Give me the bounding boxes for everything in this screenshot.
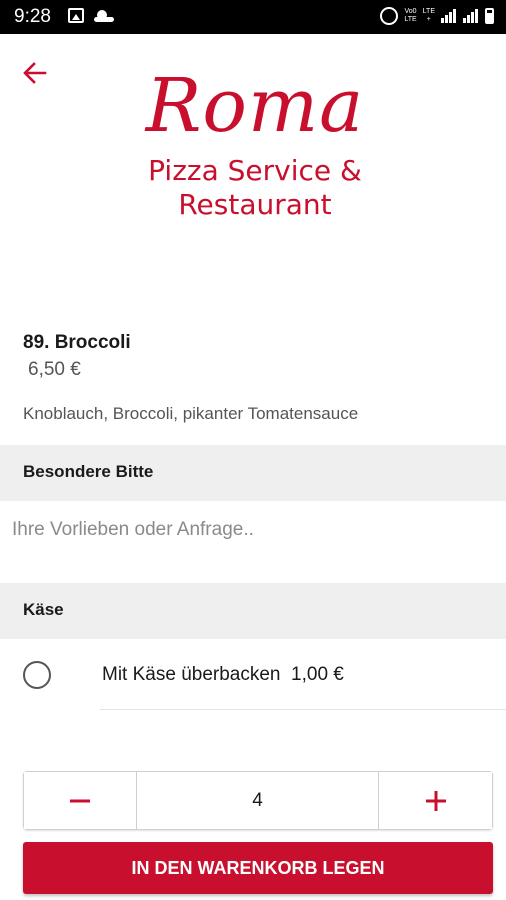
cheese-option-label: Mit Käse überbacken 1,00 € [102, 664, 344, 685]
lte-label: LTE + [422, 8, 435, 23]
cheese-option-row[interactable]: Mit Käse überbacken 1,00 € [0, 640, 506, 710]
weather-icon [94, 8, 114, 22]
cheese-option-radio[interactable] [23, 661, 51, 689]
signal-icon-2 [463, 9, 479, 23]
add-to-cart-button[interactable]: IN DEN WARENKORB LEGEN [23, 842, 493, 894]
status-right-icons: Vo0 LTE LTE + [380, 7, 494, 25]
image-notification-icon [68, 8, 84, 23]
product-description: Knoblauch, Broccoli, pikanter Tomatensau… [23, 404, 359, 423]
logo-subtitle-2: Restaurant [178, 188, 332, 221]
plus-icon [425, 790, 446, 811]
logo-title: Roma [145, 63, 365, 149]
product-name: 89. Broccoli [23, 332, 131, 353]
restaurant-logo: Roma Pizza Service & Restaurant [130, 58, 380, 258]
decrease-quantity-button[interactable] [24, 772, 137, 829]
special-request-title: Besondere Bitte [23, 462, 154, 481]
status-bar: 9:28 Vo0 LTE LTE + [0, 0, 506, 34]
increase-quantity-button[interactable] [378, 772, 492, 829]
status-time: 9:28 [14, 6, 51, 27]
status-left-icons [68, 8, 114, 23]
cheese-header: Käse [0, 583, 506, 639]
logo-subtitle-1: Pizza Service & [148, 154, 362, 187]
special-request-header: Besondere Bitte [0, 445, 506, 501]
arrow-left-icon [23, 62, 47, 84]
volte-label: Vo0 LTE [404, 8, 417, 23]
product-price: 6,50 € [28, 359, 81, 380]
quantity-value: 4 [252, 789, 263, 811]
minus-icon [70, 799, 90, 802]
cheese-title: Käse [23, 600, 64, 619]
option-divider [100, 709, 506, 710]
back-button[interactable] [20, 58, 50, 88]
quantity-stepper: 4 [23, 771, 493, 830]
battery-icon [485, 8, 494, 24]
signal-icon [441, 9, 457, 23]
alarm-icon [380, 7, 399, 25]
special-request-input[interactable] [12, 512, 492, 548]
